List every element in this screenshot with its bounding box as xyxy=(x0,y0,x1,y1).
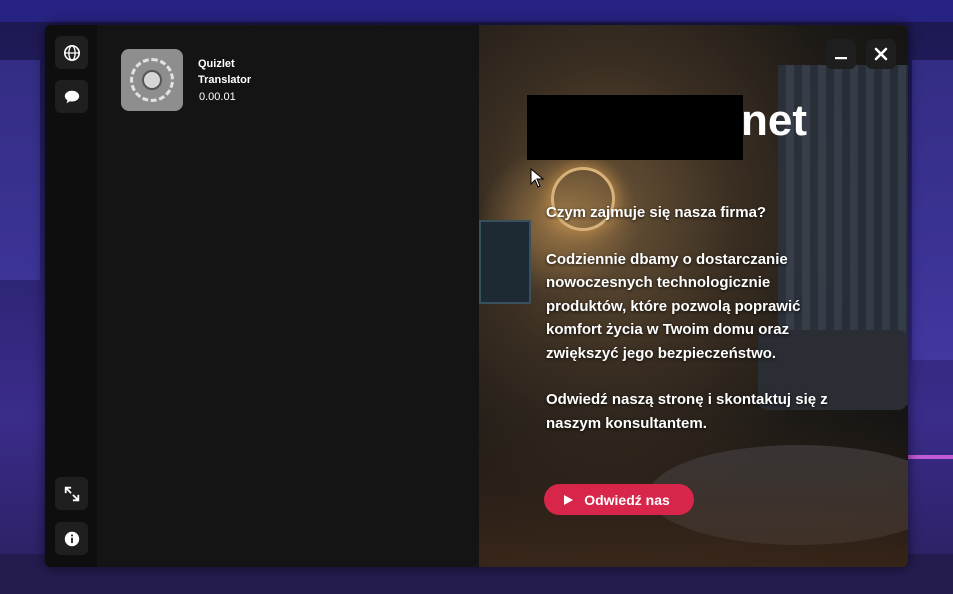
promo-text: Czym zajmuje się nasza firma? Codziennie… xyxy=(546,201,846,458)
globe-icon xyxy=(63,44,80,61)
info-button[interactable] xyxy=(55,522,88,555)
apps-panel: Quizlet Translator 0.00.01 xyxy=(97,25,479,567)
fullscreen-button[interactable] xyxy=(55,477,88,510)
app-card[interactable]: Quizlet Translator 0.00.01 xyxy=(121,49,251,111)
background-building xyxy=(912,60,953,360)
app-window: Quizlet Translator 0.00.01 net Czym zajm… xyxy=(45,25,908,567)
app-info: Quizlet Translator 0.00.01 xyxy=(198,49,251,111)
promo-heading: Czym zajmuje się nasza firma? xyxy=(546,204,767,221)
promo-wall-screen xyxy=(479,220,531,304)
brand-name-tail: net xyxy=(741,96,807,145)
expand-icon xyxy=(64,486,79,501)
minimize-button[interactable] xyxy=(826,39,856,69)
visit-us-label: Odwiedź nas xyxy=(584,491,670,508)
promo-panel: net Czym zajmuje się nasza firma? Codzie… xyxy=(479,25,908,567)
play-icon xyxy=(564,494,574,505)
info-icon xyxy=(64,531,79,546)
chat-button[interactable] xyxy=(55,80,88,113)
promo-paragraph-1: Codziennie dbamy o dostarczanie nowoczes… xyxy=(546,250,801,362)
mouse-cursor-icon xyxy=(530,168,544,188)
background-building xyxy=(0,60,40,280)
app-logo-core xyxy=(142,70,162,90)
close-icon xyxy=(874,47,888,61)
app-version: 0.00.01 xyxy=(199,91,236,103)
close-button[interactable] xyxy=(866,39,896,69)
sidebar xyxy=(45,25,97,567)
app-name-line2: Translator xyxy=(198,74,252,86)
minimize-icon xyxy=(835,57,847,60)
promo-paragraph-2: Odwiedź naszą stronę i skontaktuj się z … xyxy=(546,391,828,432)
app-logo-icon xyxy=(121,49,183,111)
visit-us-button[interactable]: Odwiedź nas xyxy=(544,484,694,515)
chat-icon xyxy=(64,90,79,103)
app-name-line1: Quizlet xyxy=(198,58,235,70)
background-window-bar xyxy=(0,0,953,22)
redacted-brand-logo xyxy=(527,95,743,160)
language-button[interactable] xyxy=(55,36,88,69)
background-neon xyxy=(905,455,953,459)
